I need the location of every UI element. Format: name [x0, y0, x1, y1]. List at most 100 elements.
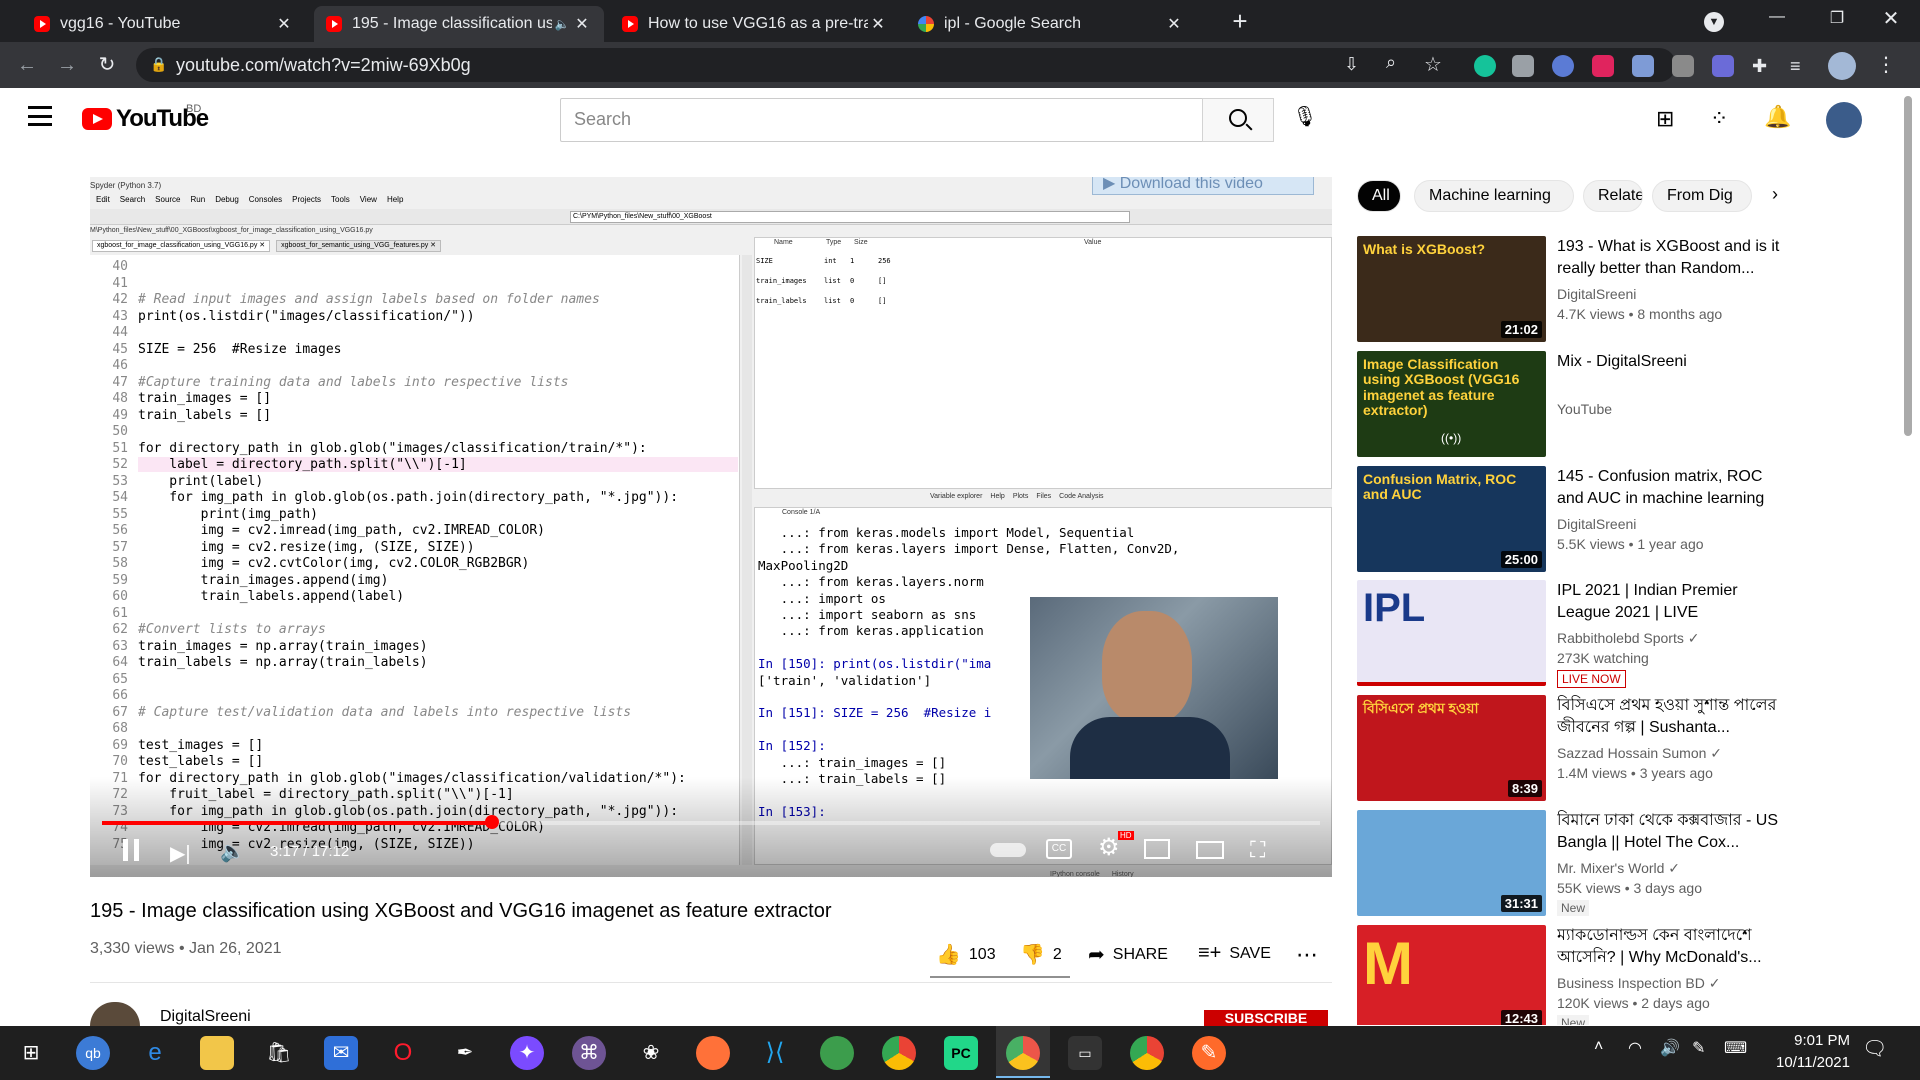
recommended-channel[interactable]: Rabbitholebd Sports ✓	[1557, 630, 1699, 647]
browser-tab[interactable]: 195 - Image classification usi 🔈 ✕	[314, 6, 604, 42]
like-button[interactable]: 👍 103	[936, 942, 996, 967]
screen-extension-icon[interactable]	[1672, 55, 1694, 77]
microphone-icon[interactable]: 🎙	[1290, 104, 1320, 134]
browser-tab[interactable]: How to use VGG16 as a pre-train ✕	[610, 6, 900, 42]
apps-grid-icon[interactable]: ⁘	[1710, 106, 1728, 132]
page-scrollbar[interactable]	[1904, 96, 1912, 436]
tab-close-icon[interactable]: ✕	[868, 14, 888, 34]
windows-start-icon[interactable]: ⊞	[14, 1036, 48, 1070]
dislike-button[interactable]: 👎 2	[1020, 942, 1062, 967]
search-button[interactable]	[1202, 98, 1274, 142]
channel-name[interactable]: DigitalSreeni	[160, 1008, 251, 1026]
new-tab-button[interactable]: +	[1222, 6, 1258, 36]
restore-icon[interactable]: ❐	[1820, 8, 1854, 32]
editor-scrollbar[interactable]	[742, 255, 752, 865]
camera-extension-icon[interactable]	[1512, 55, 1534, 77]
recommended-video[interactable]: What is XGBoost? 21:02 193 - What is XGBoo…	[1357, 236, 1782, 344]
recommended-video[interactable]: 31:31 বিমানে ঢাকা থেকে কক্সবাজার - US Ban…	[1357, 810, 1782, 918]
lock-icon[interactable]: 🔒	[150, 56, 167, 73]
download-extension-icon[interactable]	[1632, 55, 1654, 77]
video-thumbnail[interactable]: IPL	[1357, 580, 1546, 686]
opera-icon[interactable]: O	[386, 1036, 420, 1070]
url-text[interactable]: youtube.com/watch?v=2miw-69Xb0g	[176, 55, 471, 76]
mail-icon[interactable]: ✉	[324, 1036, 358, 1070]
youtube-logo-icon[interactable]	[82, 108, 112, 130]
recommended-title[interactable]: বিসিএসে প্রথম হওয়া সুশান্ত পালের জীবনের…	[1557, 695, 1782, 739]
firefox-icon[interactable]	[696, 1036, 730, 1070]
video-thumbnail[interactable]: What is XGBoost? 21:02	[1357, 236, 1546, 342]
recommended-title[interactable]: 193 - What is XGBoost and is it really b…	[1557, 236, 1782, 280]
download-video-banner[interactable]: ▶ Download this video	[1092, 177, 1314, 195]
vscode-icon[interactable]: ⟩⟨	[758, 1036, 792, 1070]
browser-tab[interactable]: vgg16 - YouTube ✕	[22, 6, 306, 42]
chips-next-icon[interactable]: ›	[1772, 184, 1778, 205]
tab-close-icon[interactable]: ✕	[274, 14, 294, 34]
variable-row[interactable]: train_labels list 0 []	[754, 293, 1332, 311]
search-input[interactable]	[560, 98, 1204, 142]
profile-avatar[interactable]	[1828, 52, 1856, 80]
recommended-video[interactable]: বিসিএসে প্রথম হওয়া 8:39 বিসিএসে প্রথম হওয…	[1357, 695, 1782, 803]
play-extension-icon[interactable]	[1592, 55, 1614, 77]
tray-chevron-icon[interactable]: ˄	[1594, 1038, 1603, 1056]
miniplayer-icon[interactable]	[1144, 839, 1170, 859]
video-thumbnail[interactable]: 31:31	[1357, 810, 1546, 916]
recommended-channel[interactable]: YouTube	[1557, 401, 1612, 417]
tab-search-icon[interactable]: ▼	[1704, 12, 1724, 32]
wifi-icon[interactable]: ◠	[1628, 1038, 1642, 1058]
variable-row[interactable]: SIZE int 1 256	[754, 253, 1332, 271]
volume-icon[interactable]: 🔈	[220, 839, 245, 864]
pause-icon[interactable]	[120, 837, 144, 863]
next-video-icon[interactable]: ▶|	[170, 841, 191, 866]
autoplay-toggle[interactable]	[990, 843, 1026, 857]
chrome-icon[interactable]	[882, 1036, 916, 1070]
close-window-icon[interactable]: ✕	[1874, 6, 1908, 30]
recommended-channel[interactable]: Business Inspection BD ✓	[1557, 975, 1720, 992]
recommended-channel[interactable]: Mr. Mixer's World ✓	[1557, 860, 1680, 877]
reading-list-icon[interactable]: ≡	[1790, 55, 1812, 77]
file-explorer-icon[interactable]	[200, 1036, 234, 1070]
tab-close-icon[interactable]: ✕	[572, 14, 592, 34]
channel-avatar[interactable]	[90, 1002, 140, 1026]
recommended-video[interactable]: Confusion Matrix, ROC and AUC 25:00 145 - …	[1357, 466, 1782, 574]
recommended-channel[interactable]: DigitalSreeni	[1557, 286, 1636, 302]
color-extension-icon[interactable]	[1552, 55, 1574, 77]
subscribe-button[interactable]: SUBSCRIBE	[1204, 1010, 1328, 1026]
forward-icon[interactable]: →	[52, 50, 82, 80]
browser-menu-icon[interactable]: ⋮	[1876, 52, 1896, 77]
taskbar-clock[interactable]: 9:01 PM 10/11/2021	[1776, 1030, 1850, 1074]
grammarly-extension-icon[interactable]	[1474, 55, 1496, 77]
install-icon[interactable]: ⇩	[1344, 54, 1359, 75]
bookmark-star-icon[interactable]: ☆	[1424, 52, 1442, 77]
qbittorrent-icon[interactable]: qb	[76, 1036, 110, 1070]
recommended-title[interactable]: ম্যাকডোনাল্ডস কেন বাংলাদেশে আসেনি? | Why…	[1557, 925, 1782, 969]
minimize-icon[interactable]: —	[1760, 8, 1794, 32]
github-icon[interactable]: ⌘	[572, 1036, 606, 1070]
variable-row[interactable]: train_images list 0 []	[754, 273, 1332, 291]
fullscreen-icon[interactable]: ⛶	[1250, 837, 1265, 863]
notifications-bell-icon[interactable]: 🔔	[1764, 104, 1791, 130]
filter-chip[interactable]: From Dig	[1652, 180, 1752, 212]
filter-chip[interactable]: Related	[1583, 180, 1643, 212]
progress-bar-thumb[interactable]	[484, 815, 499, 829]
inkscape-icon[interactable]: ✒	[448, 1036, 482, 1070]
recommended-title[interactable]: IPL 2021 | Indian Premier League 2021 | …	[1557, 580, 1782, 624]
tab-close-icon[interactable]: ✕	[1164, 14, 1184, 34]
reload-icon[interactable]: ↻	[92, 50, 122, 80]
pen-tray-icon[interactable]: ✎	[1692, 1038, 1705, 1058]
edge-icon[interactable]: e	[138, 1036, 172, 1070]
hamburger-menu-icon[interactable]	[28, 106, 52, 126]
recommended-title[interactable]: 145 - Confusion matrix, ROC and AUC in m…	[1557, 466, 1782, 510]
recommended-video[interactable]: IPL IPL 2021 | Indian Premier League 2021…	[1357, 580, 1782, 688]
video-thumbnail[interactable]: বিসিএসে প্রথম হওয়া 8:39	[1357, 695, 1546, 801]
share-button[interactable]: ➦ SHARE	[1088, 942, 1168, 967]
video-thumbnail[interactable]: Confusion Matrix, ROC and AUC 25:00	[1357, 466, 1546, 572]
app2-icon[interactable]	[820, 1036, 854, 1070]
video-thumbnail[interactable]: Image Classification using XGBoost (VGG1…	[1357, 351, 1546, 457]
filter-chip[interactable]: Machine learning	[1414, 180, 1574, 212]
filter-chip[interactable]: All	[1357, 180, 1401, 212]
recommended-video[interactable]: M 12:43 ম্যাকডোনাল্ডস কেন বাংলাদেশে আসেনি?…	[1357, 925, 1782, 1025]
recommended-channel[interactable]: DigitalSreeni	[1557, 516, 1636, 532]
pycharm-icon[interactable]: PC	[944, 1036, 978, 1070]
app-icon[interactable]: ❀	[634, 1036, 668, 1070]
recommended-title[interactable]: Mix - DigitalSreeni	[1557, 351, 1782, 373]
